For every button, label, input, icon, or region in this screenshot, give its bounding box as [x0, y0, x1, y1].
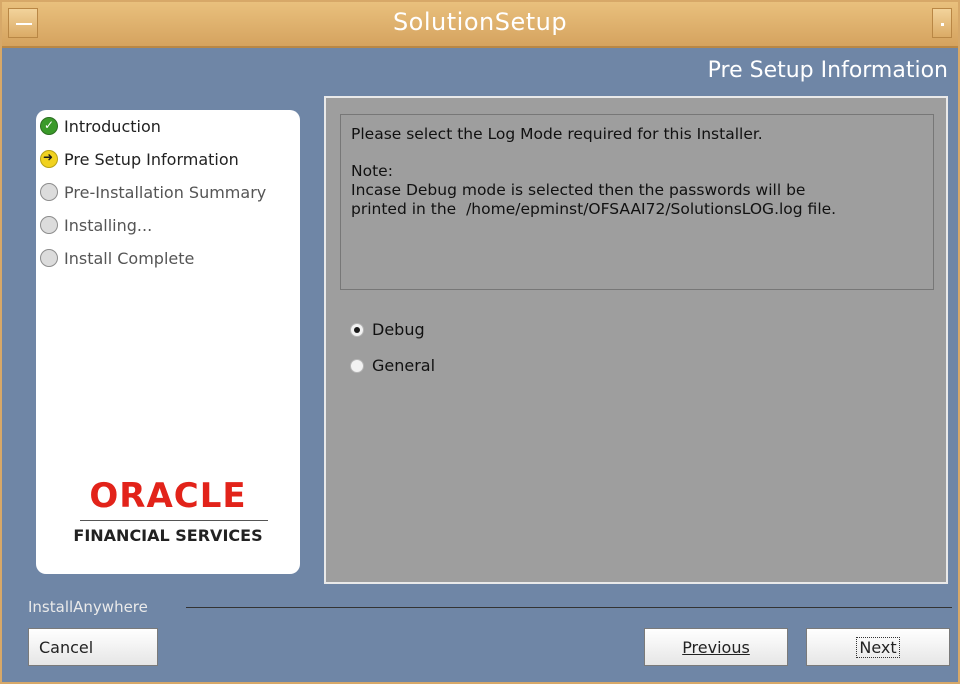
installanywhere-label: InstallAnywhere [28, 598, 148, 616]
pending-circle-icon [40, 216, 58, 234]
window-control-button[interactable] [932, 8, 952, 38]
check-icon [40, 117, 58, 135]
previous-button-label: Previous [682, 637, 750, 657]
step-pre-installation-summary: Pre-Installation Summary [40, 180, 266, 204]
step-label: Pre Setup Information [64, 149, 239, 169]
pending-circle-icon [40, 249, 58, 267]
step-title: Pre Setup Information [707, 58, 948, 83]
window-title: SolutionSetup [392, 8, 568, 36]
message-line: Please select the Log Mode required for … [351, 125, 763, 143]
step-pre-setup-information: Pre Setup Information [40, 147, 239, 171]
message-line: printed in the /home/epminst/OFSAAI72/So… [351, 200, 837, 218]
cancel-button[interactable]: Cancel [28, 628, 158, 666]
next-button[interactable]: Next [806, 628, 950, 666]
window-control-icon [941, 23, 944, 26]
note-label: Note: [351, 162, 393, 180]
step-introduction: Introduction [40, 114, 161, 138]
step-installing: Installing... [40, 213, 152, 237]
financial-services-label: FINANCIAL SERVICES [73, 526, 263, 545]
step-label: Installing... [64, 215, 153, 235]
oracle-logo: ORACLE [89, 476, 247, 516]
step-label: Pre-Installation Summary [64, 182, 267, 202]
log-mode-message: Please select the Log Mode required for … [340, 114, 934, 290]
radio-unselected-icon[interactable] [350, 358, 364, 373]
steps-sidebar: Introduction Pre Setup Information Pre-I… [36, 110, 300, 574]
radio-selected-icon[interactable] [350, 322, 364, 337]
installer-window: SolutionSetup Pre Setup Information Intr… [0, 0, 960, 684]
message-line: Incase Debug mode is selected then the p… [351, 181, 806, 199]
step-header: Pre Setup Information [2, 48, 958, 96]
content-panel: Please select the Log Mode required for … [324, 96, 948, 584]
general-radio[interactable]: General [350, 356, 435, 375]
debug-radio[interactable]: Debug [350, 320, 425, 339]
title-bar[interactable]: SolutionSetup [2, 2, 958, 48]
step-label: Install Complete [64, 248, 195, 268]
next-button-label: Next [856, 636, 900, 658]
arrow-right-icon [40, 150, 58, 168]
radio-label[interactable]: General [372, 356, 435, 375]
step-label: Introduction [64, 116, 161, 136]
previous-button[interactable]: Previous [644, 628, 788, 666]
logo-divider [80, 520, 268, 521]
cancel-button-label: Cancel [39, 637, 94, 657]
radio-label[interactable]: Debug [372, 320, 425, 339]
pending-circle-icon [40, 183, 58, 201]
step-install-complete: Install Complete [40, 246, 194, 270]
footer-divider [186, 607, 952, 608]
